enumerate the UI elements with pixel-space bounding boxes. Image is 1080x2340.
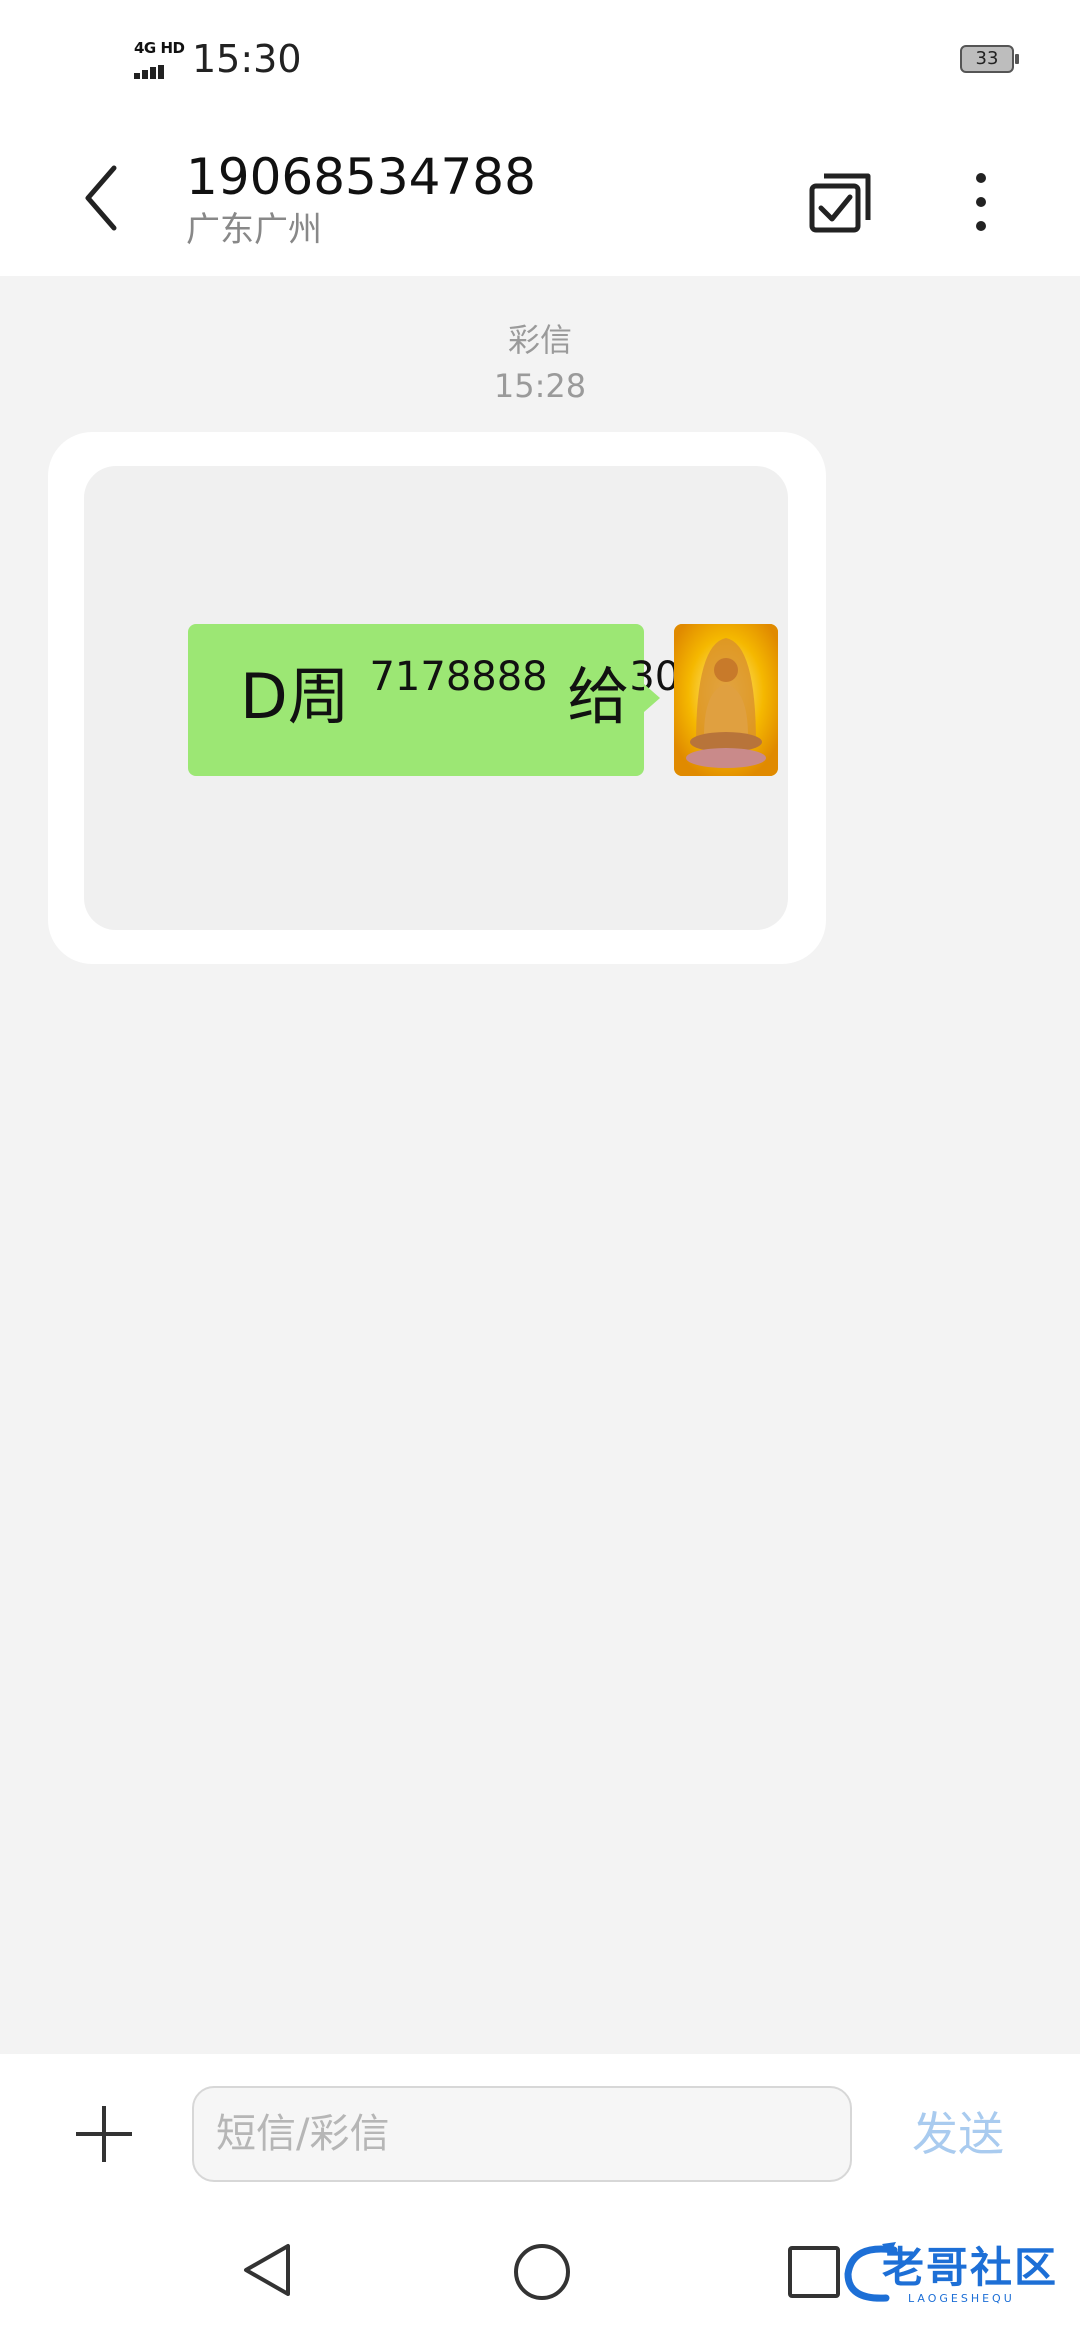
- message-timestamp: 15:28: [493, 367, 587, 405]
- image-text-main: D周: [240, 660, 350, 733]
- signal-icon: 4G HD: [134, 39, 186, 79]
- contact-location: 广东广州: [186, 210, 322, 250]
- image-text: D周 7178888 给300: [240, 652, 706, 742]
- image-chat-bubble: D周 7178888 给300: [188, 624, 706, 776]
- network-type: 4G HD: [134, 39, 185, 57]
- status-time: 15:30: [192, 37, 302, 81]
- contact-number: 19068534788: [186, 148, 536, 206]
- battery-icon: 33: [960, 45, 1019, 73]
- image-text-give: 给: [567, 660, 630, 733]
- nav-recent-apps-button[interactable]: [788, 2246, 840, 2298]
- watermark-logo: 老哥社区 LAOGESHEQU: [842, 2240, 1064, 2305]
- nav-back-button[interactable]: [240, 2242, 296, 2298]
- mms-message-bubble[interactable]: D周 7178888 给300: [48, 432, 826, 964]
- checkbox-select-icon: [809, 173, 871, 233]
- status-bar: 4G HD 15:30 33: [0, 0, 1080, 120]
- message-type-label: 彩信: [507, 321, 572, 359]
- watermark-text: 老哥社区: [882, 2243, 1059, 2292]
- system-navigation-bar: 老哥社区 LAOGESHEQU: [0, 2200, 1080, 2340]
- watermark-subtext: LAOGESHEQU: [908, 2292, 1015, 2305]
- triangle-back-icon: [244, 2244, 290, 2296]
- composer-bar: 发送: [0, 2054, 1080, 2200]
- multi-select-button[interactable]: [806, 166, 876, 236]
- more-vertical-icon: [976, 173, 986, 231]
- image-text-number: 7178888: [369, 654, 548, 700]
- send-button[interactable]: 发送: [912, 2104, 1004, 2164]
- buddha-avatar-image: [674, 624, 778, 776]
- nav-home-button[interactable]: [514, 2244, 570, 2300]
- mms-image-attachment[interactable]: D周 7178888 给300: [84, 466, 788, 930]
- more-options-button[interactable]: [958, 166, 1004, 236]
- battery-level: 33: [975, 48, 999, 69]
- message-input[interactable]: [192, 2086, 852, 2182]
- add-attachment-button[interactable]: [76, 2106, 132, 2162]
- back-button[interactable]: [66, 160, 136, 236]
- conversation-header: 19068534788 广东广州: [0, 120, 1080, 276]
- chevron-left-icon: [85, 165, 117, 231]
